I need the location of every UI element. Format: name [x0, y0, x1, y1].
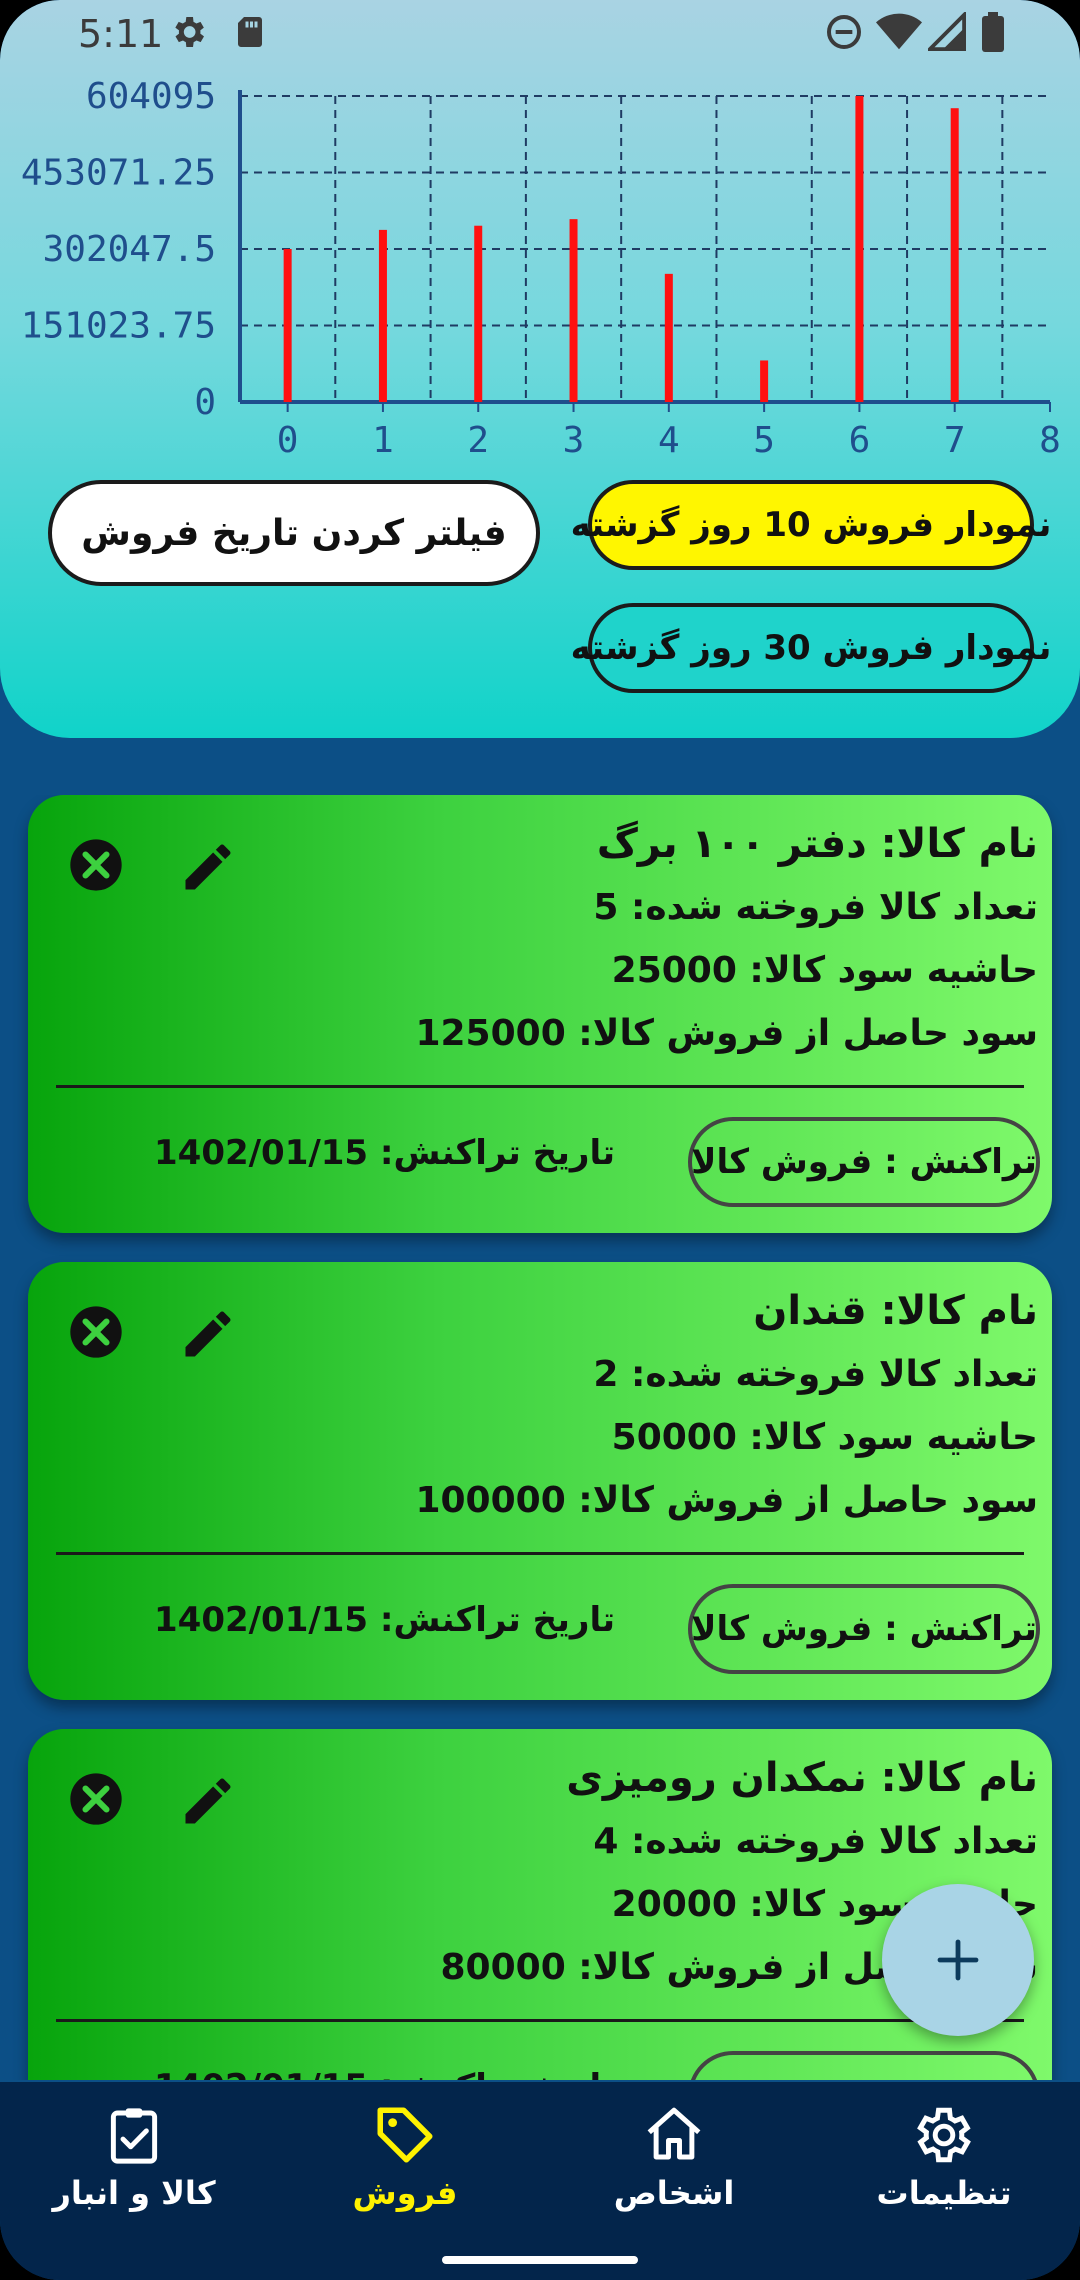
app-screen: 5:11 0 151023.75 3 0 2047.5 453071.25 6040… [0, 0, 1080, 2280]
x-tick-label: 1 [372, 420, 394, 461]
x-tick-label: 0 [277, 420, 299, 461]
signal-icon [928, 12, 966, 51]
total-profit: سود حاصل از فروش کالا: 125000 [415, 1013, 1038, 1054]
y-tick-label: 151023.75 [21, 306, 216, 347]
nav-item-settings[interactable]: تنظیمات [844, 2102, 1044, 2212]
x-tick-label: 5 [753, 420, 775, 461]
delete-icon[interactable] [68, 1304, 124, 1360]
transaction-date: تاریخ تراکنش: 1402/01/15 [154, 2067, 615, 2080]
edit-pencil-icon[interactable] [178, 1771, 238, 1831]
chart-bar [378, 229, 387, 402]
delete-icon[interactable] [68, 837, 124, 893]
status-time: 5:11 [78, 12, 164, 56]
x-tick-label: 4 [658, 420, 680, 461]
sale-card[interactable]: نام کالا: نمکدان رومیزی تعداد کالا فروخت… [28, 1729, 1052, 2080]
settings-icon [175, 17, 204, 47]
x-tick-label: 6 [849, 420, 871, 461]
nav-label-settings: تنظیمات [876, 2174, 1012, 2212]
filter-date-button[interactable]: فیلتر کردن تاریخ فروش [48, 480, 540, 586]
add-sale-button[interactable] [882, 1884, 1034, 2036]
total-profit: سود حاصل از فروش کالا: 100000 [415, 1480, 1038, 1521]
card-divider [56, 1085, 1024, 1088]
home-indicator[interactable] [442, 2256, 638, 2264]
home-icon [647, 2107, 701, 2160]
chart-30-days-button[interactable]: نمودار فروش 30 روز گزشته [571, 603, 1051, 693]
card-divider [56, 2019, 1024, 2022]
chart-bar [569, 219, 578, 402]
plus-icon [937, 1939, 979, 1981]
sold-count: تعداد کالا فروخته شده: 2 [593, 1354, 1038, 1395]
x-tick-label: 2 [467, 420, 489, 461]
chart-bar [760, 360, 769, 402]
y-tick-label: 453071.25 [21, 153, 216, 194]
y-tick-label: 604095 [86, 76, 216, 117]
nav-item-sales[interactable]: فروش [305, 2102, 505, 2212]
chart-bar [950, 108, 959, 403]
product-name: نام کالا: نمکدان رومیزی [566, 1755, 1038, 1801]
sold-count: تعداد کالا فروخته شده: 4 [593, 1821, 1038, 1862]
wifi-icon [876, 13, 922, 50]
bottom-navigation: تنظیمات اشخاص فروش کالا و انبار [0, 2082, 1080, 2280]
chart-bar [474, 225, 483, 402]
chart-bar [855, 96, 864, 402]
sales-chart-svg: 0 151023.75 302047.5 453071.25 604095 0 1 2 3 4 5 6… [21, 76, 1061, 461]
nav-label-people: اشخاص [613, 2174, 735, 2212]
sd-card-icon [238, 17, 262, 47]
card-divider [56, 1552, 1024, 1555]
transaction-date: تاریخ تراکنش: 1402/01/15 [154, 1133, 616, 1173]
profit-margin: حاشیه سود کالا: 25000 [611, 950, 1038, 991]
x-tick-label: 8 [1039, 420, 1061, 461]
profit-margin: حاشیه سود کالا: 50000 [611, 1417, 1038, 1458]
chart-bar [664, 273, 673, 402]
x-tick-label: 3 [563, 420, 585, 461]
sold-count: تعداد کالا فروخته شده: 5 [593, 887, 1038, 928]
transaction-type-badge[interactable]: تراکنش : فروش کالا [688, 2051, 1040, 2080]
nav-label-sales: فروش [352, 2174, 458, 2212]
chart-10-days-button[interactable]: نمودار فروش 10 روز گزشته [571, 480, 1051, 570]
header-panel: 5:11 0 151023.75 3 0 2047.5 453071.25 6040… [0, 0, 1080, 738]
x-tick-label: 7 [944, 420, 966, 461]
edit-pencil-icon[interactable] [178, 1304, 238, 1364]
transaction-type-badge[interactable]: تراکنش : فروش کالا [688, 1117, 1040, 1207]
y-tick-label: 0 [194, 382, 216, 423]
status-bar: 5:11 [0, 0, 1080, 70]
dnd-icon [827, 15, 861, 49]
transaction-type-badge[interactable]: تراکنش : فروش کالا [688, 1584, 1040, 1674]
y-tick-label: 302047.5 [43, 229, 216, 270]
sale-card[interactable]: نام کالا: قندان تعداد کالا فروخته شده: 2… [28, 1262, 1052, 1700]
nav-label-inventory: کالا و انبار [52, 2174, 216, 2212]
clipboard-check-icon [110, 2108, 158, 2164]
battery-icon [982, 12, 1004, 52]
product-name: نام کالا: قندان [753, 1288, 1038, 1334]
product-name: نام کالا: دفتر ۱۰۰ برگ [596, 821, 1038, 867]
sales-list[interactable]: نام کالا: دفتر ۱۰۰ برگ تعداد کالا فروخته… [0, 795, 1080, 2080]
delete-icon[interactable] [68, 1771, 124, 1827]
tag-icon [377, 2107, 433, 2163]
transaction-date: تاریخ تراکنش: 1402/01/15 [154, 1600, 616, 1640]
nav-item-inventory[interactable]: کالا و انبار [34, 2102, 234, 2212]
nav-item-people[interactable]: اشخاص [574, 2102, 774, 2212]
gear-icon [917, 2107, 971, 2163]
chart-bar [283, 248, 292, 402]
sales-chart: 0 151023.75 302047.5 453071.25 604095 0 1 2 3 4 5 6… [0, 70, 1080, 480]
edit-pencil-icon[interactable] [178, 837, 238, 897]
sale-card[interactable]: نام کالا: دفتر ۱۰۰ برگ تعداد کالا فروخته… [28, 795, 1052, 1233]
